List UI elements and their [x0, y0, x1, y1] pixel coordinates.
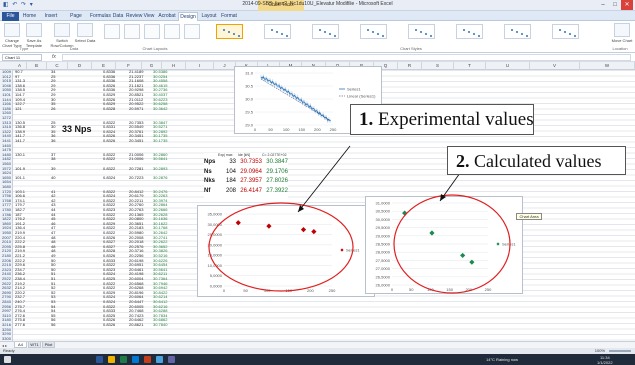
powerpoint-taskbar-icon[interactable] — [144, 356, 151, 363]
experimental-callout-number: 1. — [359, 109, 374, 130]
clock-date[interactable]: 1/1/2022 — [597, 357, 613, 365]
sheet-tab-bar: ◂ ▸ A4 WT1 Pilot — [0, 341, 635, 348]
windows-taskbar: 14°C Raining now 11:34 1/1/2022 — [0, 354, 635, 365]
start-icon[interactable] — [4, 356, 11, 363]
excel-taskbar-icon[interactable] — [120, 356, 127, 363]
experimental-callout-text: Experimental values — [373, 109, 534, 130]
word-taskbar-icon[interactable] — [96, 356, 103, 363]
edge-taskbar-icon[interactable] — [132, 356, 139, 363]
weather-widget[interactable]: 14°C Raining now — [486, 354, 518, 365]
excel-window: ◧ ↶ ↷ ▾ Chart Tools 2014-09-SBS_fusc2_Nc… — [0, 0, 635, 365]
teams-taskbar-icon[interactable] — [168, 356, 175, 363]
calculated-callout-number: 2. — [456, 151, 470, 171]
annotation-overlay — [208, 145, 511, 294]
calculated-callout-text: Calculated values — [469, 151, 602, 171]
calculated-values-callout: 2. Calculated values — [447, 146, 626, 175]
experimental-values-callout: 1. Experimental values — [350, 104, 534, 135]
explorer-taskbar-icon[interactable] — [108, 356, 115, 363]
experimental-arrow — [297, 145, 351, 213]
experimental-highlight-circle — [208, 202, 354, 292]
calculated-highlight-circle — [393, 194, 511, 294]
mail-taskbar-icon[interactable] — [156, 356, 163, 363]
zoom-slider[interactable] — [609, 350, 631, 352]
